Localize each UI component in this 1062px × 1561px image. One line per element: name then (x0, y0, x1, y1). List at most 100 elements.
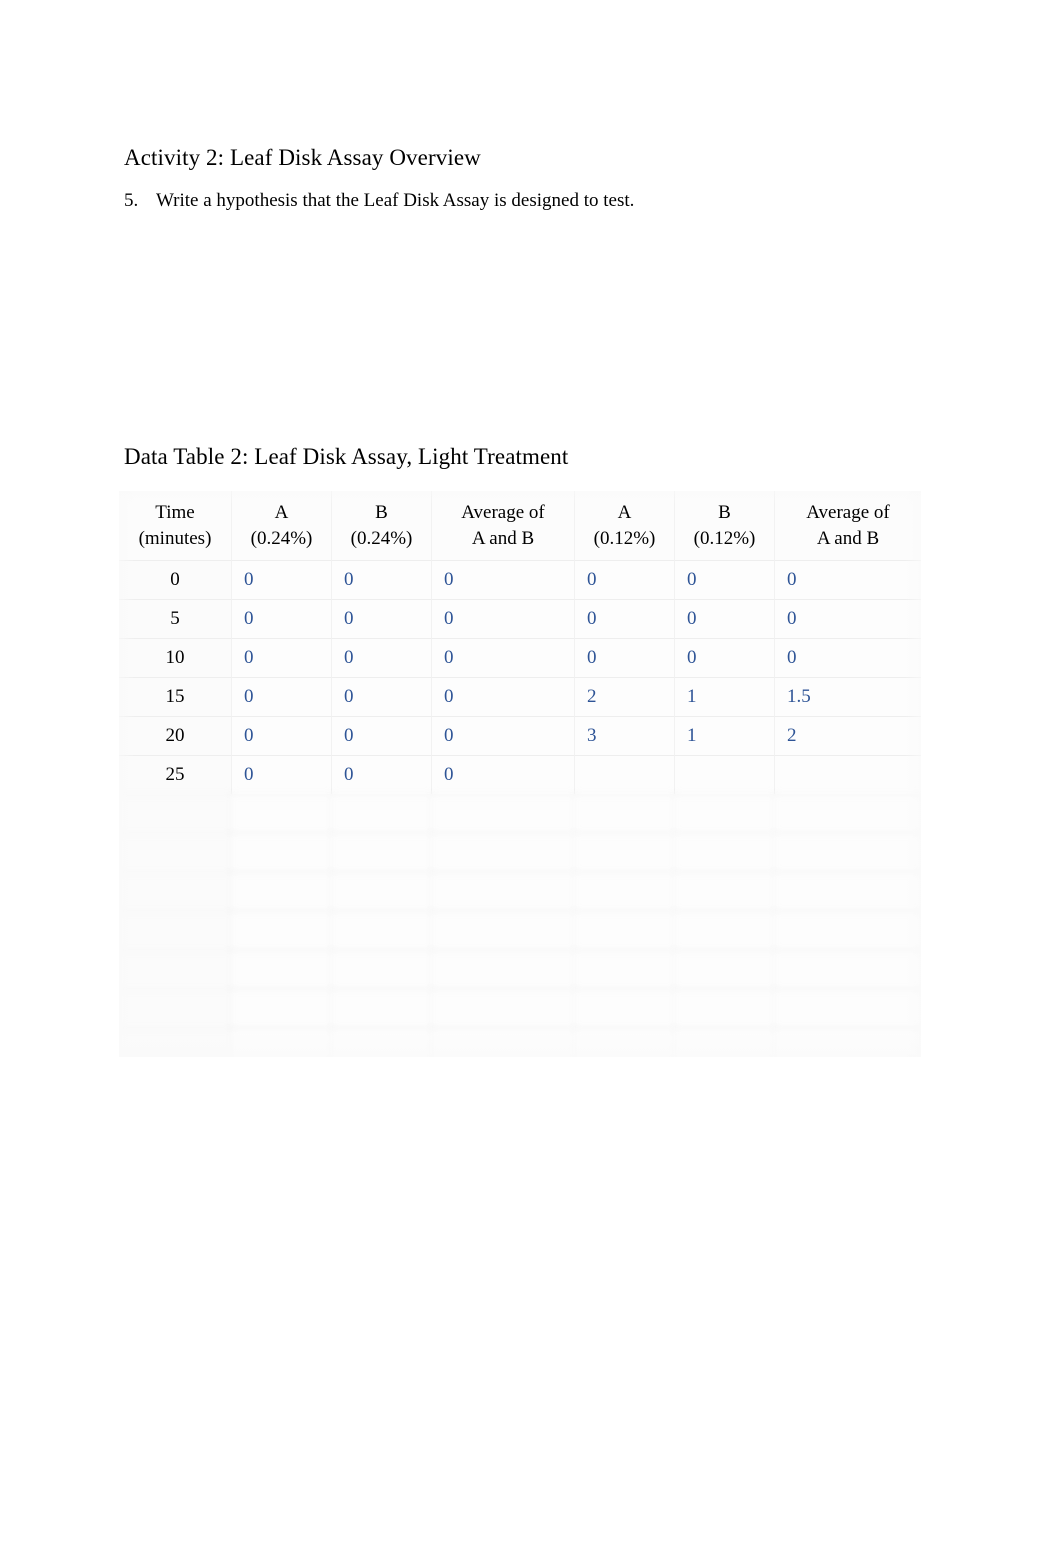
cell-time[interactable]: 15 (119, 677, 232, 716)
cell-a-012[interactable] (575, 989, 675, 1028)
cell-b-012[interactable]: 1 (675, 716, 775, 755)
cell-a-012[interactable] (575, 833, 675, 872)
cell-average-024[interactable]: 0 (432, 677, 575, 716)
cell-a-024[interactable] (232, 833, 332, 872)
cell-time[interactable] (119, 833, 232, 872)
cell-average-012[interactable] (775, 755, 921, 794)
cell-b-024[interactable]: 0 (332, 638, 432, 677)
cell-a-024[interactable] (232, 911, 332, 950)
cell-b-024[interactable]: 0 (332, 755, 432, 794)
cell-a-012[interactable]: 0 (575, 599, 675, 638)
column-header-a-012-line1: A (617, 502, 632, 523)
cell-average-024[interactable] (432, 950, 575, 989)
cell-b-024[interactable] (332, 872, 432, 911)
cell-average-024[interactable] (432, 872, 575, 911)
cell-b-024[interactable] (332, 911, 432, 950)
cell-time[interactable] (119, 950, 232, 989)
cell-a-012[interactable] (575, 794, 675, 833)
cell-a-024[interactable] (232, 989, 332, 1028)
cell-average-024[interactable]: 0 (432, 599, 575, 638)
cell-b-012[interactable] (675, 755, 775, 794)
table-row (119, 872, 921, 911)
cell-average-012[interactable] (775, 872, 921, 911)
cell-a-012[interactable] (575, 1028, 675, 1057)
cell-average-024[interactable]: 0 (432, 755, 575, 794)
cell-average-024[interactable]: 0 (432, 560, 575, 599)
cell-average-012[interactable]: 2 (775, 716, 921, 755)
cell-average-012[interactable] (775, 1028, 921, 1057)
cell-average-024[interactable] (432, 794, 575, 833)
cell-average-012[interactable] (775, 833, 921, 872)
cell-a-024[interactable]: 0 (232, 677, 332, 716)
cell-b-012[interactable] (675, 794, 775, 833)
cell-average-024[interactable] (432, 989, 575, 1028)
cell-average-012[interactable]: 0 (775, 560, 921, 599)
cell-b-012[interactable]: 0 (675, 638, 775, 677)
cell-time[interactable] (119, 989, 232, 1028)
cell-average-012[interactable] (775, 950, 921, 989)
cell-b-012[interactable]: 0 (675, 560, 775, 599)
cell-time[interactable]: 25 (119, 755, 232, 794)
cell-a-012[interactable] (575, 872, 675, 911)
cell-average-012[interactable] (775, 989, 921, 1028)
cell-a-012[interactable]: 0 (575, 638, 675, 677)
cell-time[interactable] (119, 911, 232, 950)
cell-time[interactable]: 10 (119, 638, 232, 677)
cell-a-012[interactable] (575, 755, 675, 794)
cell-average-012[interactable]: 1.5 (775, 677, 921, 716)
cell-time[interactable] (119, 794, 232, 833)
cell-a-024[interactable] (232, 950, 332, 989)
cell-time[interactable] (119, 872, 232, 911)
column-header-a-012: A (0.12%) (575, 491, 675, 560)
table-row (119, 989, 921, 1028)
cell-b-012[interactable] (675, 989, 775, 1028)
cell-a-024[interactable]: 0 (232, 755, 332, 794)
cell-average-024[interactable] (432, 911, 575, 950)
document-page: Activity 2: Leaf Disk Assay Overview 5. … (0, 0, 1062, 1561)
cell-a-024[interactable] (232, 794, 332, 833)
cell-a-012[interactable]: 2 (575, 677, 675, 716)
column-header-average-024: Average of A and B (432, 491, 575, 560)
cell-average-012[interactable]: 0 (775, 638, 921, 677)
cell-average-024[interactable] (432, 1028, 575, 1057)
cell-a-024[interactable] (232, 872, 332, 911)
cell-b-024[interactable] (332, 950, 432, 989)
cell-time[interactable]: 0 (119, 560, 232, 599)
cell-b-024[interactable] (332, 794, 432, 833)
cell-average-012[interactable] (775, 911, 921, 950)
cell-average-012[interactable]: 0 (775, 599, 921, 638)
cell-time[interactable]: 20 (119, 716, 232, 755)
cell-b-012[interactable] (675, 950, 775, 989)
cell-a-024[interactable]: 0 (232, 560, 332, 599)
cell-time[interactable] (119, 1028, 232, 1057)
cell-b-024[interactable]: 0 (332, 716, 432, 755)
cell-average-024[interactable] (432, 833, 575, 872)
column-header-average-012-line2: A and B (816, 528, 880, 549)
cell-b-024[interactable] (332, 1028, 432, 1057)
cell-b-024[interactable]: 0 (332, 677, 432, 716)
cell-a-024[interactable]: 0 (232, 716, 332, 755)
cell-b-024[interactable]: 0 (332, 560, 432, 599)
cell-a-024[interactable] (232, 1028, 332, 1057)
cell-a-024[interactable]: 0 (232, 638, 332, 677)
cell-b-012[interactable]: 0 (675, 599, 775, 638)
cell-a-012[interactable]: 0 (575, 560, 675, 599)
cell-average-024[interactable]: 0 (432, 716, 575, 755)
cell-time[interactable]: 5 (119, 599, 232, 638)
column-header-b-024-line2: (0.24%) (350, 528, 413, 549)
cell-b-012[interactable]: 1 (675, 677, 775, 716)
cell-b-012[interactable] (675, 833, 775, 872)
cell-a-024[interactable]: 0 (232, 599, 332, 638)
cell-b-024[interactable] (332, 833, 432, 872)
cell-a-012[interactable] (575, 950, 675, 989)
cell-b-012[interactable] (675, 911, 775, 950)
cell-b-012[interactable] (675, 872, 775, 911)
cell-a-012[interactable] (575, 911, 675, 950)
cell-average-012[interactable] (775, 794, 921, 833)
table-row (119, 794, 921, 833)
cell-b-024[interactable] (332, 989, 432, 1028)
cell-b-024[interactable]: 0 (332, 599, 432, 638)
cell-a-012[interactable]: 3 (575, 716, 675, 755)
cell-average-024[interactable]: 0 (432, 638, 575, 677)
cell-b-012[interactable] (675, 1028, 775, 1057)
